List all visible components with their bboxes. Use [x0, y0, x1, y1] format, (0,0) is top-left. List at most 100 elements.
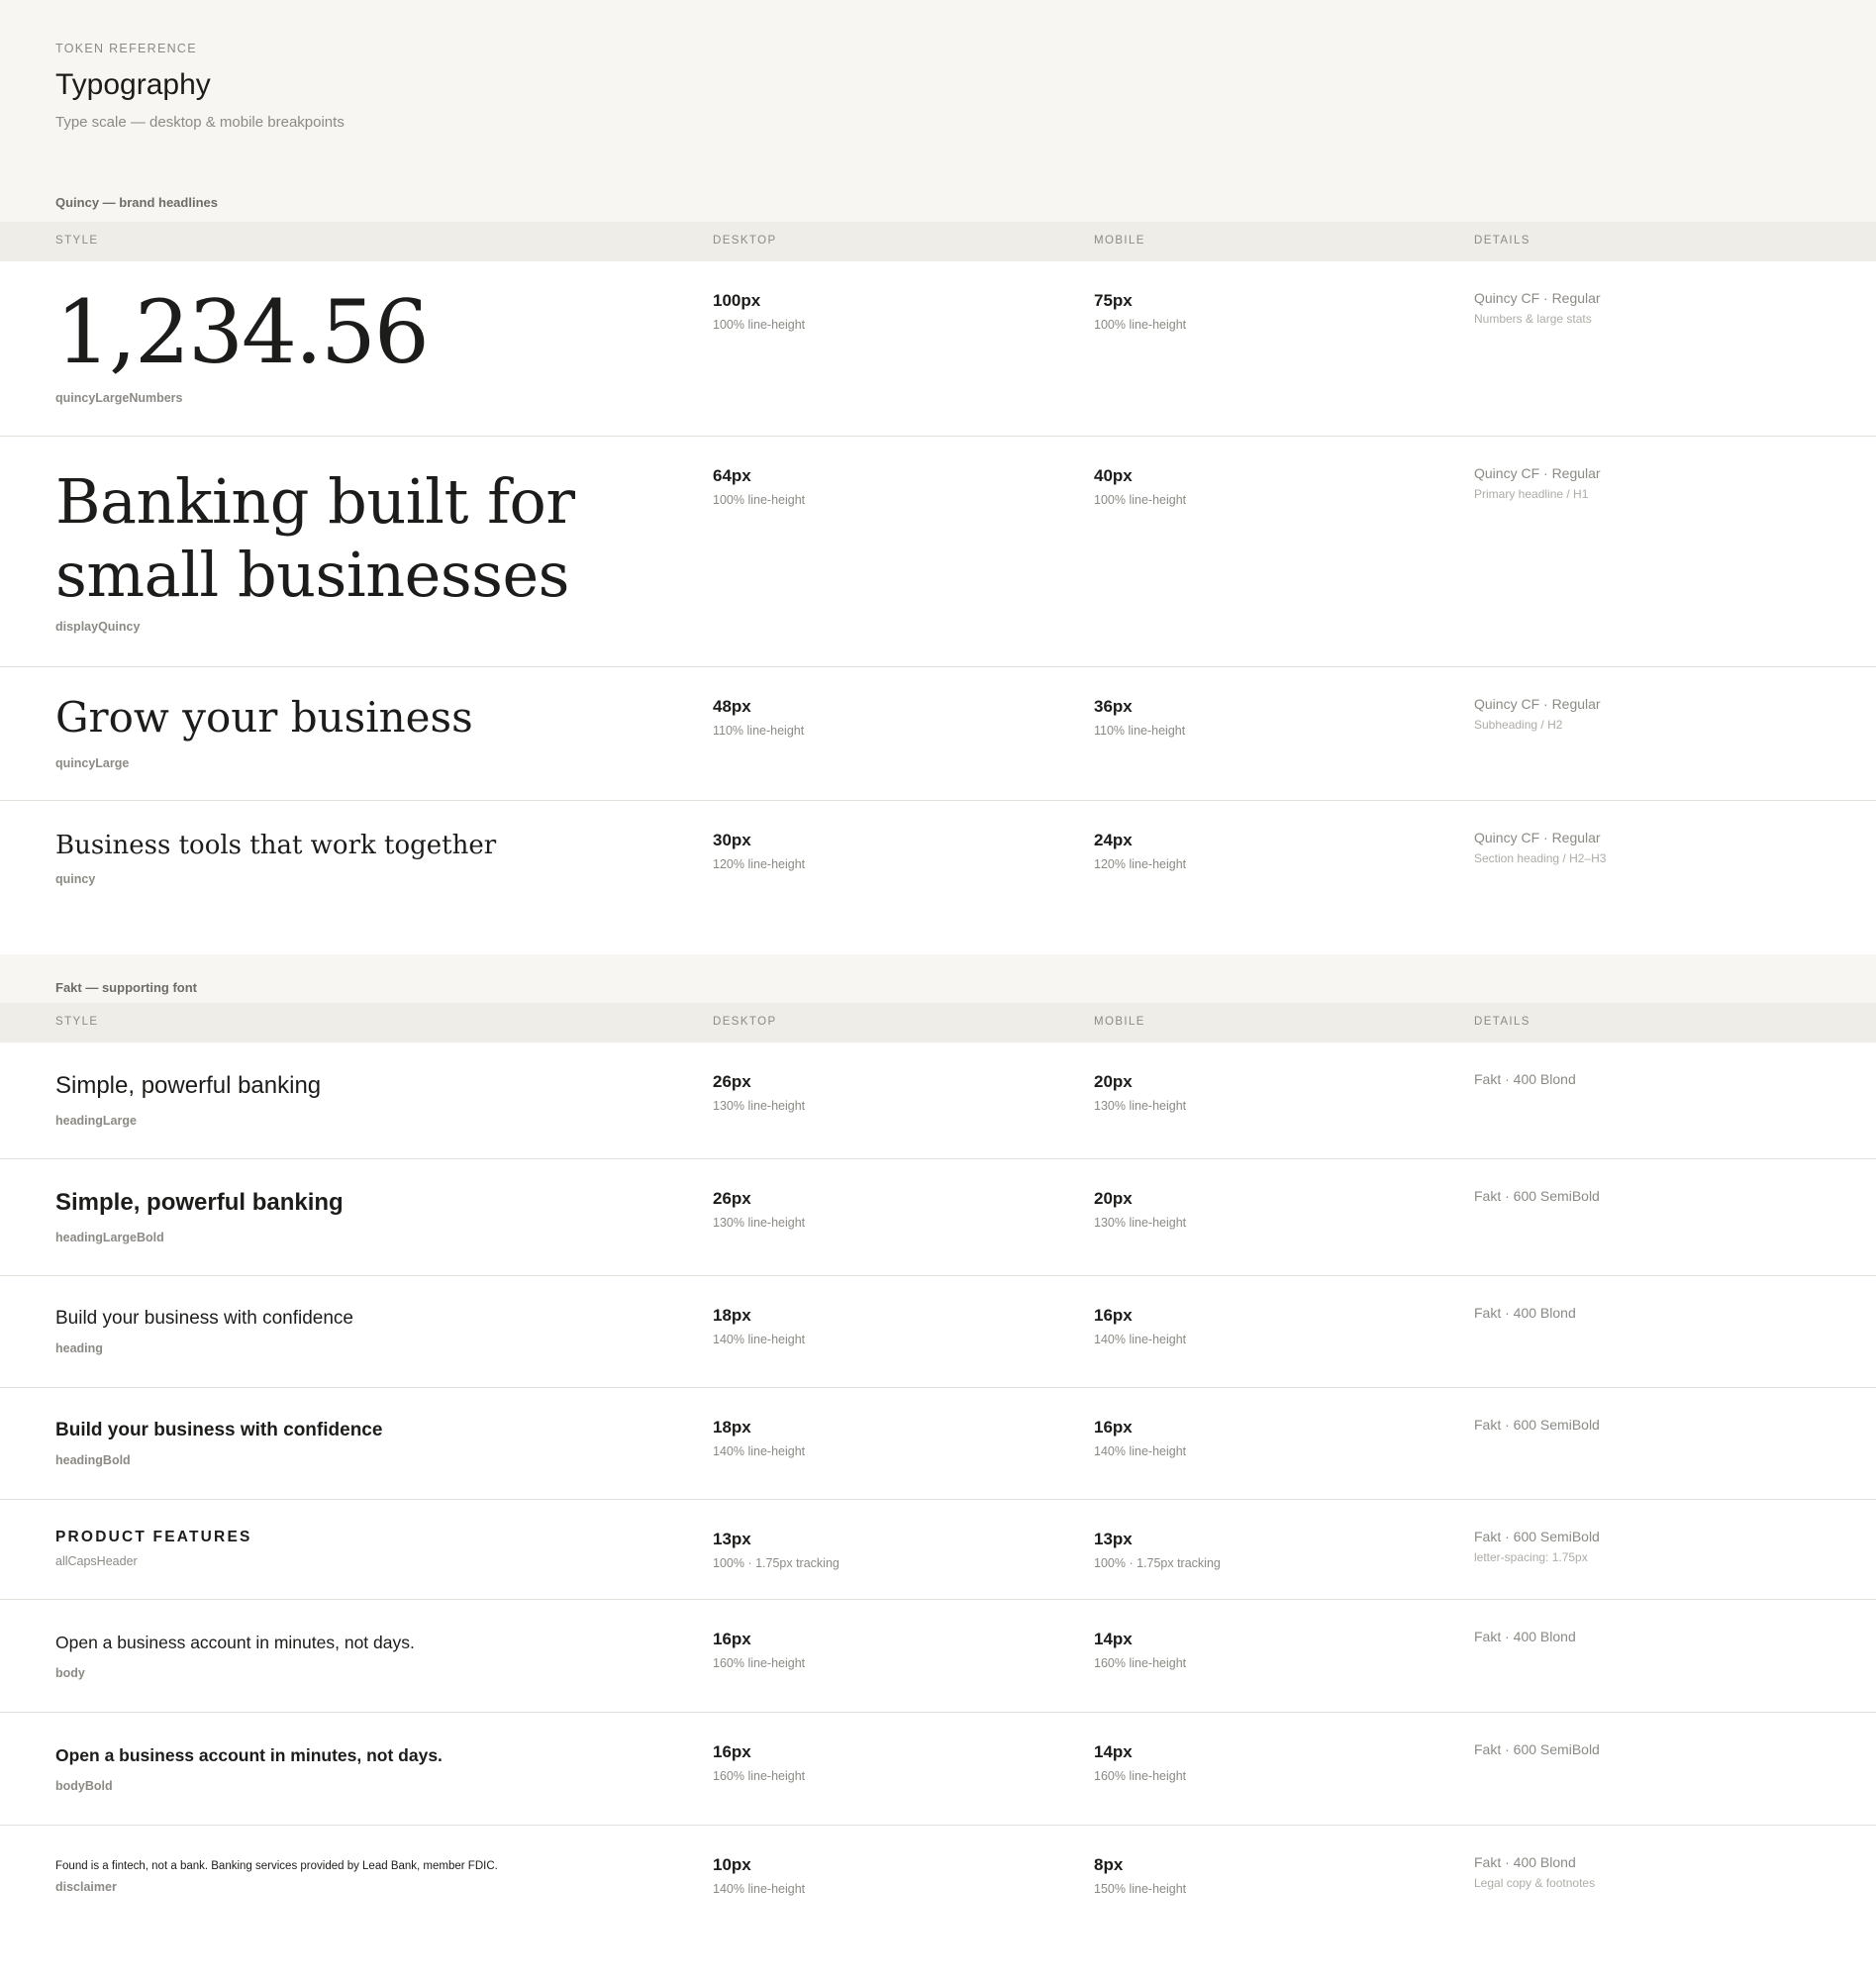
- mobile-line-height: 100% line-height: [1094, 493, 1187, 507]
- token-name: allCapsHeader: [55, 1554, 138, 1568]
- column-header: STYLE DESKTOP MOBILE DETAILS: [0, 222, 1876, 261]
- desktop-line-height: 100% line-height: [713, 318, 806, 332]
- desktop-line-height: 140% line-height: [713, 1444, 806, 1458]
- usage-note: Subheading / H2: [1474, 718, 1563, 732]
- mobile-spec: 36px 110% line-height: [1094, 697, 1185, 738]
- mobile-spec: 14px 160% line-height: [1094, 1742, 1186, 1783]
- desktop-spec: 30px 120% line-height: [713, 831, 805, 871]
- usage-note: Section heading / H2–H3: [1474, 851, 1607, 865]
- mobile-line-height: 130% line-height: [1094, 1099, 1187, 1113]
- desktop-line-height: 140% line-height: [713, 1333, 806, 1346]
- mobile-spec: 16px 140% line-height: [1094, 1418, 1186, 1458]
- mobile-size: 24px: [1094, 831, 1133, 849]
- usage-note: Legal copy & footnotes: [1474, 1876, 1596, 1890]
- table-row: Build your business with confidence head…: [0, 1388, 1876, 1500]
- font-face: Fakt · 400 Blond: [1474, 1071, 1576, 1087]
- details: Fakt · 600 SemiBold: [1474, 1188, 1600, 1204]
- column-mobile: MOBILE: [1094, 235, 1145, 247]
- details: Fakt · 400 Blond: [1474, 1305, 1576, 1321]
- table-row: Grow your business quincyLarge 48px 110%…: [0, 667, 1876, 801]
- section-title-fakt: Fakt — supporting font: [55, 980, 197, 995]
- mobile-line-height: 160% line-height: [1094, 1656, 1187, 1670]
- details: Fakt · 400 Blond: [1474, 1629, 1576, 1644]
- details: Quincy CF · Regular Section heading / H2…: [1474, 830, 1606, 865]
- type-sample: Simple, powerful banking: [55, 1189, 344, 1216]
- eyebrow-label: TOKEN REFERENCE: [55, 42, 197, 55]
- type-sample: Build your business with confidence: [55, 1420, 383, 1440]
- desktop-line-height: 110% line-height: [713, 724, 805, 738]
- desktop-line-height: 130% line-height: [713, 1216, 806, 1230]
- desktop-size: 10px: [713, 1855, 751, 1874]
- details: Fakt · 600 SemiBold: [1474, 1417, 1600, 1433]
- type-sample: Business tools that work together: [55, 831, 497, 860]
- table-row: Build your business with confidence head…: [0, 1276, 1876, 1388]
- details: Quincy CF · Regular Numbers & large stat…: [1474, 290, 1601, 326]
- table-row: Simple, powerful banking headingLarge 26…: [0, 1042, 1876, 1159]
- mobile-size: 14px: [1094, 1630, 1133, 1648]
- desktop-spec: 18px 140% line-height: [713, 1306, 805, 1346]
- column-details: DETAILS: [1474, 1016, 1530, 1028]
- token-name: heading: [55, 1341, 103, 1355]
- font-face: Fakt · 400 Blond: [1474, 1629, 1576, 1644]
- desktop-size: 16px: [713, 1630, 751, 1648]
- column-header: STYLE DESKTOP MOBILE DETAILS: [0, 1003, 1876, 1042]
- table-row: Found is a fintech, not a bank. Banking …: [0, 1826, 1876, 1938]
- mobile-spec: 8px 150% line-height: [1094, 1855, 1186, 1896]
- token-name: headingBold: [55, 1453, 131, 1467]
- desktop-line-height: 160% line-height: [713, 1656, 806, 1670]
- type-sample: Banking built for small businesses: [55, 465, 575, 611]
- details: Quincy CF · Regular Subheading / H2: [1474, 696, 1601, 732]
- column-style: STYLE: [55, 235, 99, 247]
- desktop-line-height: 140% line-height: [713, 1882, 806, 1896]
- type-sample: Found is a fintech, not a bank. Banking …: [55, 1860, 498, 1872]
- table-row: Open a business account in minutes, not …: [0, 1600, 1876, 1713]
- desktop-spec: 16px 160% line-height: [713, 1630, 805, 1670]
- type-sample: 1,234.56: [55, 281, 430, 383]
- font-face: Fakt · 400 Blond: [1474, 1854, 1576, 1870]
- column-mobile: MOBILE: [1094, 1016, 1145, 1028]
- type-sample: PRODUCT FEATURES: [55, 1529, 252, 1545]
- column-style: STYLE: [55, 1016, 99, 1028]
- font-face: Quincy CF · Regular: [1474, 696, 1601, 712]
- table-row: 1,234.56 quincyLargeNumbers 100px 100% l…: [0, 261, 1876, 437]
- usage-note: letter-spacing: 1.75px: [1474, 1550, 1588, 1564]
- token-name: bodyBold: [55, 1779, 113, 1793]
- token-name: quincyLargeNumbers: [55, 391, 183, 405]
- desktop-size: 13px: [713, 1530, 751, 1548]
- page-footer-space: [0, 1938, 1876, 1983]
- mobile-spec: 13px 100% · 1.75px tracking: [1094, 1530, 1221, 1570]
- token-name: headingLargeBold: [55, 1231, 164, 1244]
- token-name: quincy: [55, 872, 96, 886]
- mobile-line-height: 140% line-height: [1094, 1444, 1187, 1458]
- type-sample: Open a business account in minutes, not …: [55, 1745, 443, 1765]
- column-desktop: DESKTOP: [713, 235, 777, 247]
- type-sample: Simple, powerful banking: [55, 1072, 322, 1099]
- font-face: Quincy CF · Regular: [1474, 465, 1601, 481]
- desktop-spec: 100px 100% line-height: [713, 291, 805, 332]
- desktop-line-height: 130% line-height: [713, 1099, 806, 1113]
- mobile-line-height: 100% line-height: [1094, 318, 1187, 332]
- usage-note: Numbers & large stats: [1474, 312, 1592, 326]
- token-name: displayQuincy: [55, 620, 141, 634]
- token-name: headingLarge: [55, 1114, 137, 1128]
- mobile-size: 36px: [1094, 697, 1133, 716]
- desktop-size: 30px: [713, 831, 751, 849]
- font-face: Quincy CF · Regular: [1474, 290, 1601, 306]
- desktop-spec: 26px 130% line-height: [713, 1189, 805, 1230]
- mobile-line-height: 140% line-height: [1094, 1333, 1187, 1346]
- mobile-spec: 75px 100% line-height: [1094, 291, 1186, 332]
- font-face: Fakt · 600 SemiBold: [1474, 1188, 1600, 1204]
- details: Fakt · 600 SemiBold letter-spacing: 1.75…: [1474, 1529, 1600, 1564]
- desktop-line-height: 100% · 1.75px tracking: [713, 1556, 839, 1570]
- mobile-size: 20px: [1094, 1189, 1133, 1208]
- column-desktop: DESKTOP: [713, 1016, 777, 1028]
- type-sample: Grow your business: [55, 693, 473, 742]
- font-face: Fakt · 400 Blond: [1474, 1305, 1576, 1321]
- desktop-line-height: 160% line-height: [713, 1769, 806, 1783]
- table-row: Business tools that work together quincy…: [0, 801, 1876, 954]
- mobile-line-height: 150% line-height: [1094, 1882, 1187, 1896]
- token-name: body: [55, 1666, 85, 1680]
- mobile-line-height: 130% line-height: [1094, 1216, 1187, 1230]
- details: Quincy CF · Regular Primary headline / H…: [1474, 465, 1601, 501]
- token-name: disclaimer: [55, 1880, 117, 1894]
